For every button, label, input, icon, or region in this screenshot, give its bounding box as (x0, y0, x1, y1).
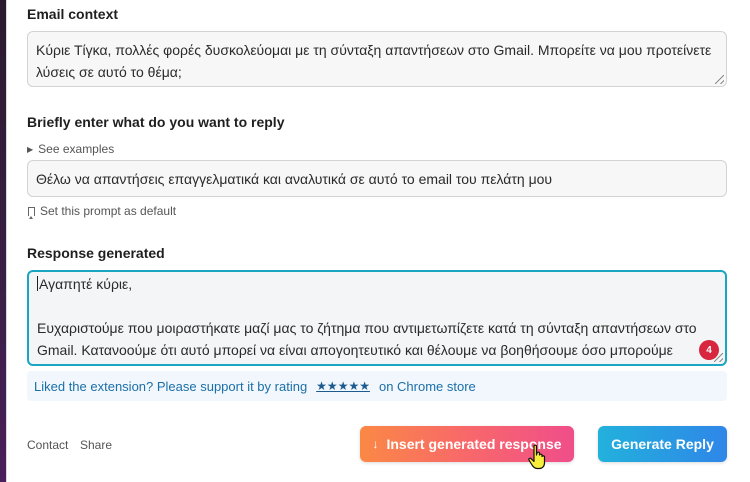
resize-grip-icon[interactable] (715, 75, 724, 84)
rating-stars-link[interactable]: ★★★★★ (316, 379, 370, 393)
text-caret (37, 276, 38, 291)
response-textarea[interactable]: Αγαπητέ κύριε, Ευχαριστούμε που μοιραστή… (27, 270, 727, 366)
response-generated-label: Response generated (27, 245, 165, 261)
reply-intent-label: Briefly enter what do you want to reply (27, 114, 285, 130)
hand-pointer-icon (528, 444, 546, 470)
see-examples-label: See examples (38, 142, 115, 156)
set-default-label: Set this prompt as default (40, 204, 177, 218)
set-default-prompt[interactable]: Set this prompt as default (28, 204, 177, 219)
window-edge (0, 0, 7, 482)
generate-reply-label: Generate Reply (611, 436, 714, 452)
rating-prompt: Liked the extension? Please support it b… (34, 378, 308, 394)
bookmark-icon (28, 206, 35, 219)
triangle-right-icon: ▶ (27, 144, 34, 154)
share-link[interactable]: Share (80, 438, 112, 452)
chrome-store-label: on Chrome store (378, 378, 476, 394)
generate-reply-button[interactable]: Generate Reply (598, 426, 727, 462)
see-examples-toggle[interactable]: ▶ See examples (27, 142, 114, 156)
response-body: Ευχαριστούμε που μοιραστήκατε μαζί μας τ… (37, 320, 697, 358)
reply-panel: Email context Κύριε Τίγκα, πολλές φορές … (7, 0, 750, 482)
response-count-badge: 4 (699, 340, 719, 360)
reply-intent-input[interactable]: Θέλω να απαντήσεις επαγγελματικά και ανα… (27, 160, 727, 197)
response-greeting: Αγαπητέ κύριε, (39, 276, 133, 292)
email-context-textarea[interactable]: Κύριε Τίγκα, πολλές φορές δυσκολεύομαι μ… (27, 31, 727, 87)
email-context-text: Κύριε Τίγκα, πολλές φορές δυσκολεύομαι μ… (36, 42, 712, 80)
arrow-down-icon: ↓ (372, 437, 379, 451)
rating-banner: Liked the extension? Please support it b… (27, 371, 727, 401)
email-context-label: Email context (27, 6, 119, 22)
reply-intent-text: Θέλω να απαντήσεις επαγγελματικά και ανα… (36, 171, 553, 187)
contact-link[interactable]: Contact (27, 438, 68, 452)
